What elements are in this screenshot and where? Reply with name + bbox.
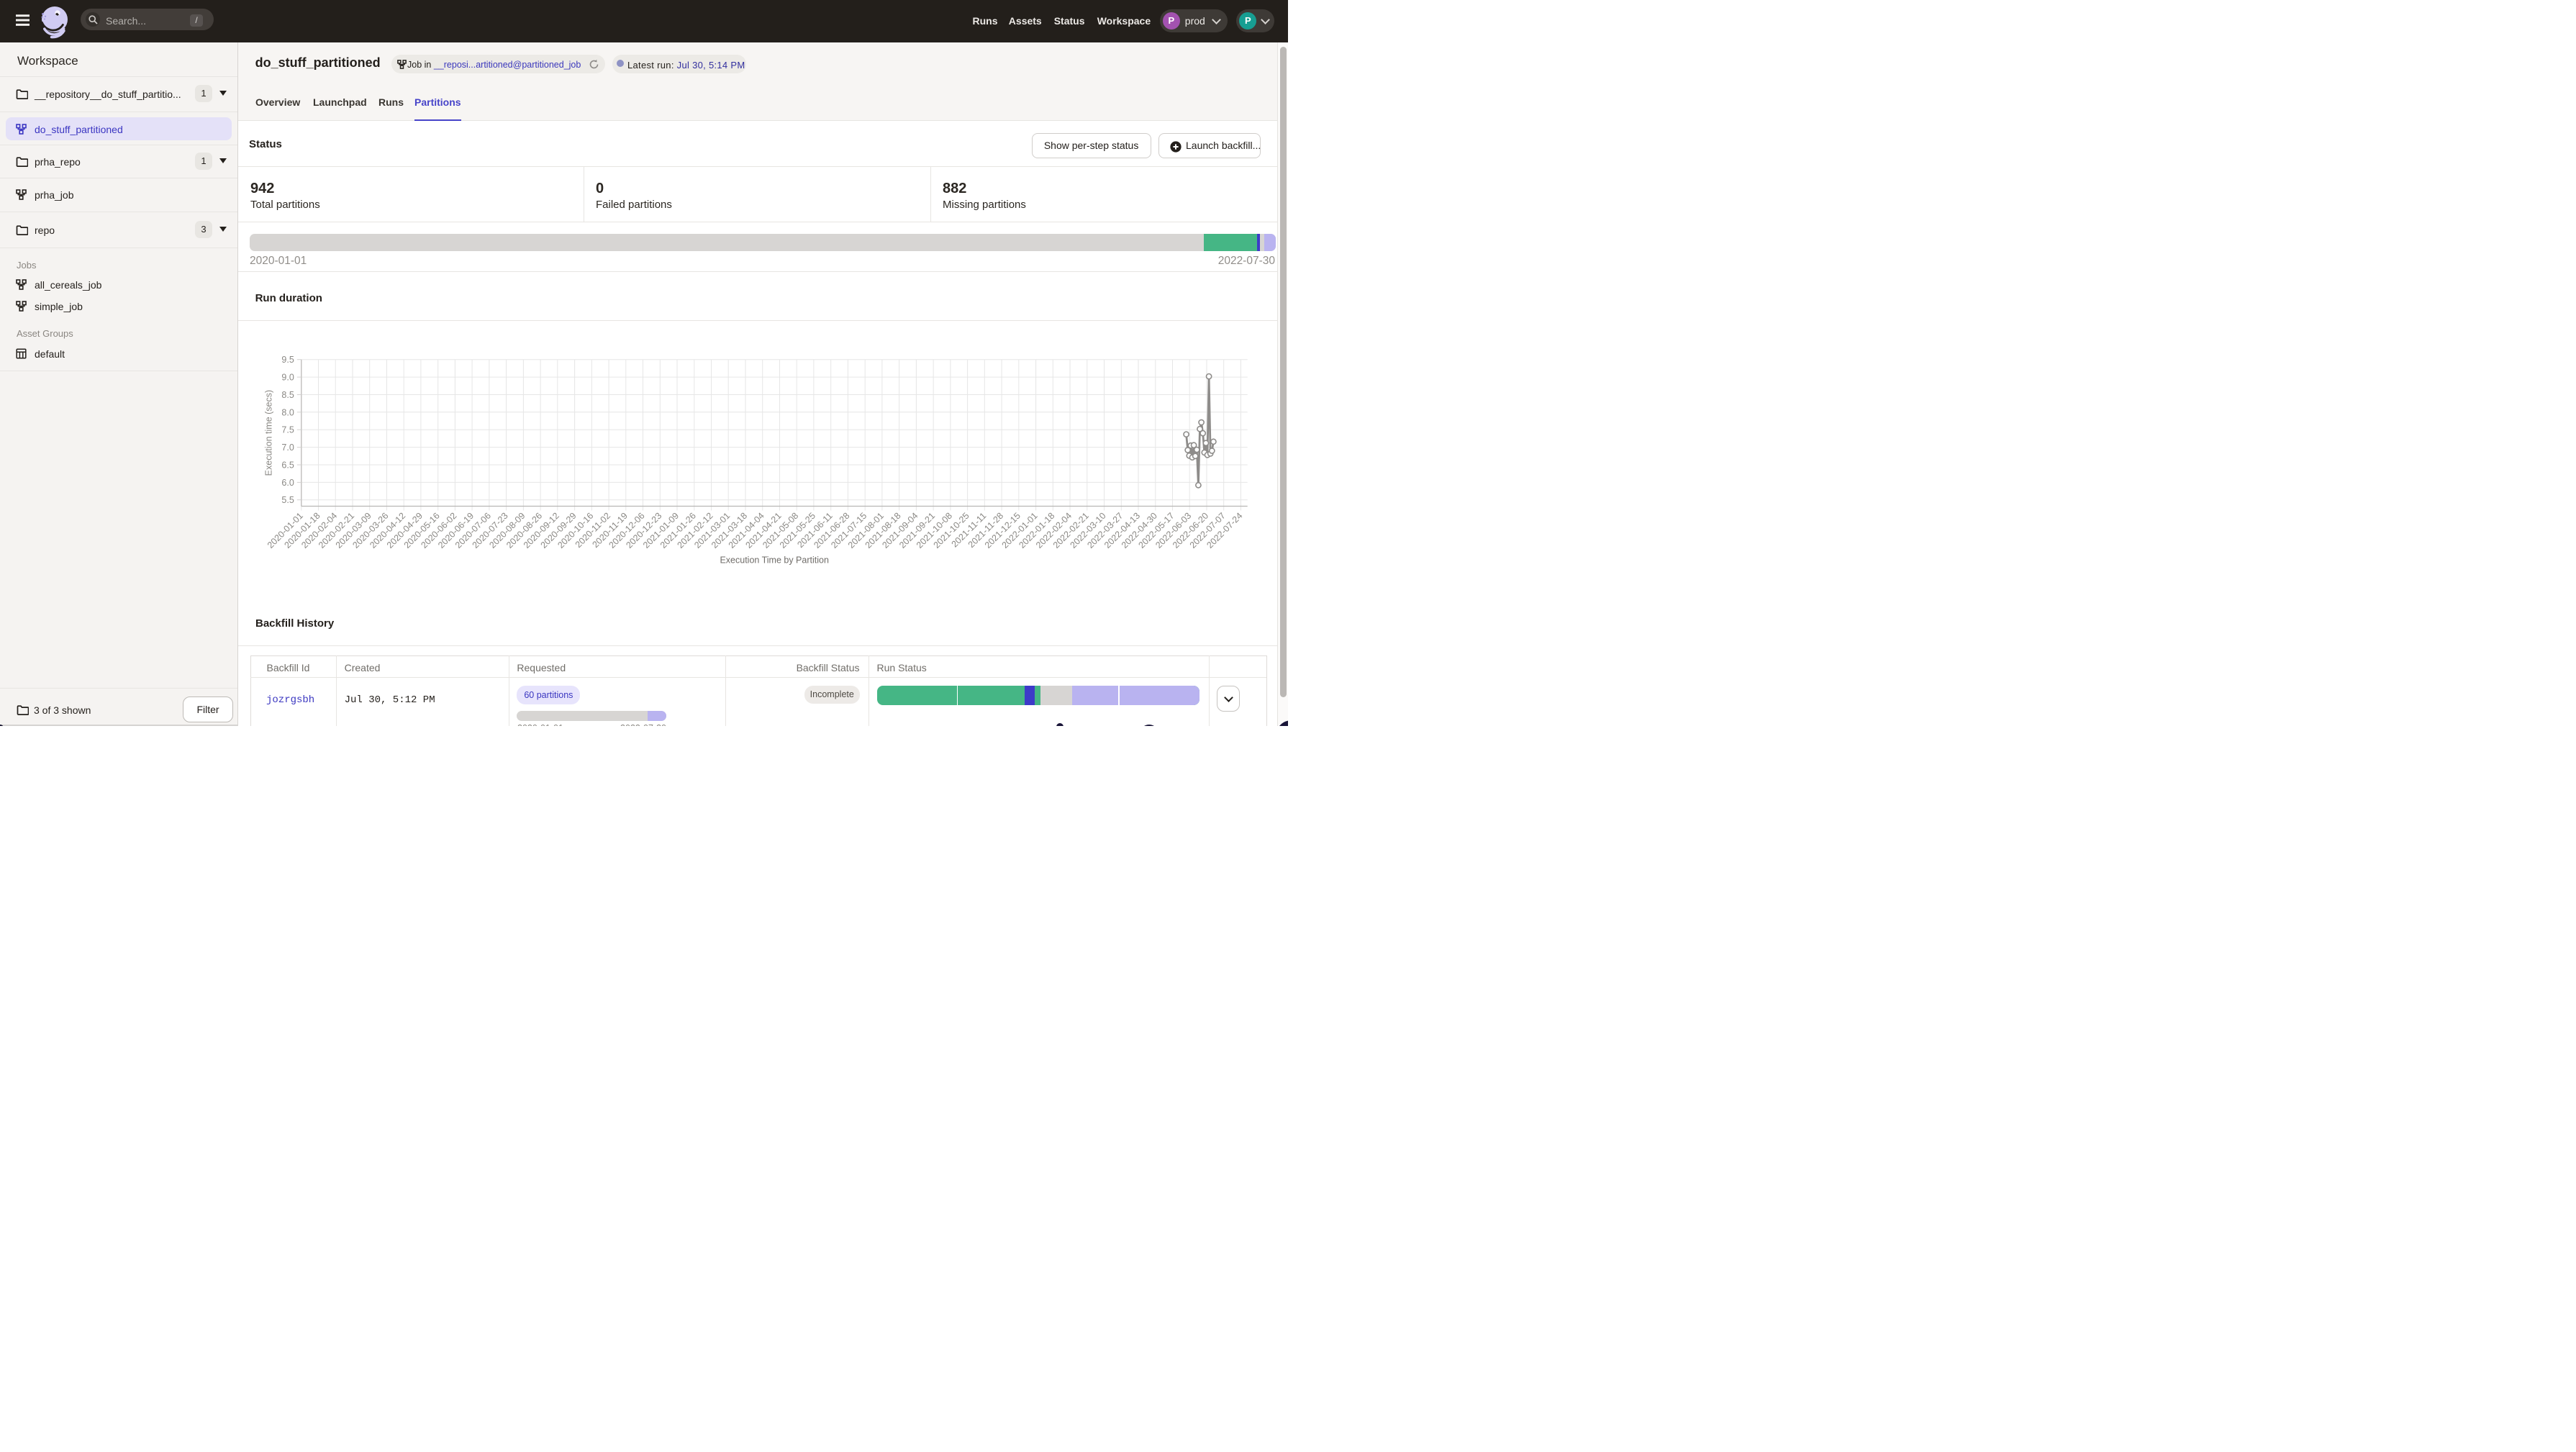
svg-text:6.0: 6.0 (281, 478, 294, 488)
svg-text:8.0: 8.0 (281, 407, 294, 417)
svg-text:6.5: 6.5 (281, 460, 294, 471)
svg-text:7.0: 7.0 (281, 443, 294, 453)
svg-text:Execution Time by Partition: Execution Time by Partition (720, 555, 829, 566)
svg-text:5.5: 5.5 (281, 495, 294, 505)
svg-text:Execution time (secs): Execution time (secs) (264, 390, 274, 476)
svg-text:9.5: 9.5 (281, 355, 294, 365)
svg-text:8.5: 8.5 (281, 390, 294, 400)
svg-text:9.0: 9.0 (281, 373, 294, 383)
svg-text:7.5: 7.5 (281, 425, 294, 435)
